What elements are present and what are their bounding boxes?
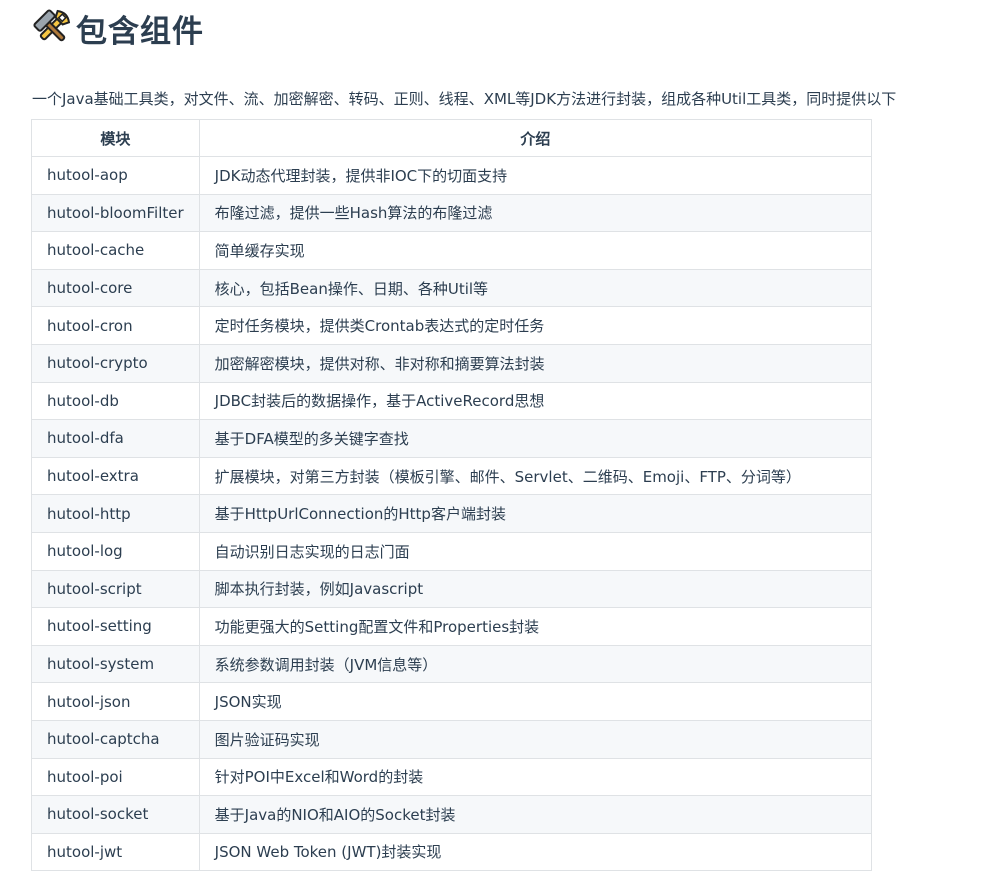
table-row: hutool-script脚本执行封装，例如Javascript: [32, 570, 872, 608]
hammer-wrench-icon: [32, 8, 72, 48]
section-heading: 包含组件: [32, 6, 204, 50]
page-title: 包含组件: [76, 6, 204, 51]
table-row: hutool-system系统参数调用封装（JVM信息等）: [32, 645, 872, 683]
module-description-cell: 扩展模块，对第三方封装（模板引擎、邮件、Servlet、二维码、Emoji、FT…: [199, 457, 871, 495]
module-name-cell: hutool-script: [32, 570, 200, 608]
table-row: hutool-setting功能更强大的Setting配置文件和Properti…: [32, 608, 872, 646]
module-description-cell: 基于HttpUrlConnection的Http客户端封装: [199, 495, 871, 533]
module-name-cell: hutool-socket: [32, 796, 200, 834]
table-row: hutool-cache简单缓存实现: [32, 232, 872, 270]
table-row: hutool-dbJDBC封装后的数据操作，基于ActiveRecord思想: [32, 382, 872, 420]
module-description-cell: 核心，包括Bean操作、日期、各种Util等: [199, 269, 871, 307]
table-row: hutool-crypto加密解密模块，提供对称、非对称和摘要算法封装: [32, 344, 872, 382]
module-description-cell: JDK动态代理封装，提供非IOC下的切面支持: [199, 157, 871, 195]
module-name-cell: hutool-core: [32, 269, 200, 307]
table-row: hutool-captcha图片验证码实现: [32, 720, 872, 758]
module-description-cell: 基于Java的NIO和AIO的Socket封装: [199, 796, 871, 834]
module-description-cell: JSON Web Token (JWT)封装实现: [199, 833, 871, 871]
module-name-cell: hutool-setting: [32, 608, 200, 646]
table-row: hutool-extra扩展模块，对第三方封装（模板引擎、邮件、Servlet、…: [32, 457, 872, 495]
module-description-cell: JSON实现: [199, 683, 871, 721]
module-description-cell: 功能更强大的Setting配置文件和Properties封装: [199, 608, 871, 646]
module-description-cell: JDBC封装后的数据操作，基于ActiveRecord思想: [199, 382, 871, 420]
module-name-cell: hutool-json: [32, 683, 200, 721]
module-description-cell: 系统参数调用封装（JVM信息等）: [199, 645, 871, 683]
table-row: hutool-cron定时任务模块，提供类Crontab表达式的定时任务: [32, 307, 872, 345]
module-name-cell: hutool-captcha: [32, 720, 200, 758]
table-row: hutool-core核心，包括Bean操作、日期、各种Util等: [32, 269, 872, 307]
table-row: hutool-jsonJSON实现: [32, 683, 872, 721]
module-name-cell: hutool-bloomFilter: [32, 194, 200, 232]
module-name-cell: hutool-crypto: [32, 344, 200, 382]
module-name-cell: hutool-extra: [32, 457, 200, 495]
table-row: hutool-aopJDK动态代理封装，提供非IOC下的切面支持: [32, 157, 872, 195]
module-name-cell: hutool-db: [32, 382, 200, 420]
module-description-cell: 基于DFA模型的多关键字查找: [199, 420, 871, 458]
table-row: hutool-jwtJSON Web Token (JWT)封装实现: [32, 833, 872, 871]
table-header-row: 模块 介绍: [32, 120, 872, 157]
module-description-cell: 加密解密模块，提供对称、非对称和摘要算法封装: [199, 344, 871, 382]
module-name-cell: hutool-cron: [32, 307, 200, 345]
module-name-cell: hutool-dfa: [32, 420, 200, 458]
column-header-module: 模块: [32, 120, 200, 157]
table-row: hutool-poi针对POI中Excel和Word的封装: [32, 758, 872, 796]
modules-table: 模块 介绍 hutool-aopJDK动态代理封装，提供非IOC下的切面支持hu…: [31, 119, 872, 871]
module-description-cell: 自动识别日志实现的日志门面: [199, 532, 871, 570]
table-row: hutool-log自动识别日志实现的日志门面: [32, 532, 872, 570]
column-header-description: 介绍: [199, 120, 871, 157]
module-name-cell: hutool-http: [32, 495, 200, 533]
module-description-cell: 脚本执行封装，例如Javascript: [199, 570, 871, 608]
table-row: hutool-http基于HttpUrlConnection的Http客户端封装: [32, 495, 872, 533]
intro-paragraph: 一个Java基础工具类，对文件、流、加密解密、转码、正则、线程、XML等JDK方…: [32, 87, 994, 111]
table-row: hutool-bloomFilter布隆过滤，提供一些Hash算法的布隆过滤: [32, 194, 872, 232]
module-description-cell: 定时任务模块，提供类Crontab表达式的定时任务: [199, 307, 871, 345]
module-description-cell: 针对POI中Excel和Word的封装: [199, 758, 871, 796]
module-name-cell: hutool-cache: [32, 232, 200, 270]
module-name-cell: hutool-aop: [32, 157, 200, 195]
module-name-cell: hutool-log: [32, 532, 200, 570]
module-name-cell: hutool-poi: [32, 758, 200, 796]
module-description-cell: 布隆过滤，提供一些Hash算法的布隆过滤: [199, 194, 871, 232]
module-description-cell: 简单缓存实现: [199, 232, 871, 270]
module-name-cell: hutool-jwt: [32, 833, 200, 871]
module-description-cell: 图片验证码实现: [199, 720, 871, 758]
table-row: hutool-socket基于Java的NIO和AIO的Socket封装: [32, 796, 872, 834]
table-row: hutool-dfa基于DFA模型的多关键字查找: [32, 420, 872, 458]
module-name-cell: hutool-system: [32, 645, 200, 683]
